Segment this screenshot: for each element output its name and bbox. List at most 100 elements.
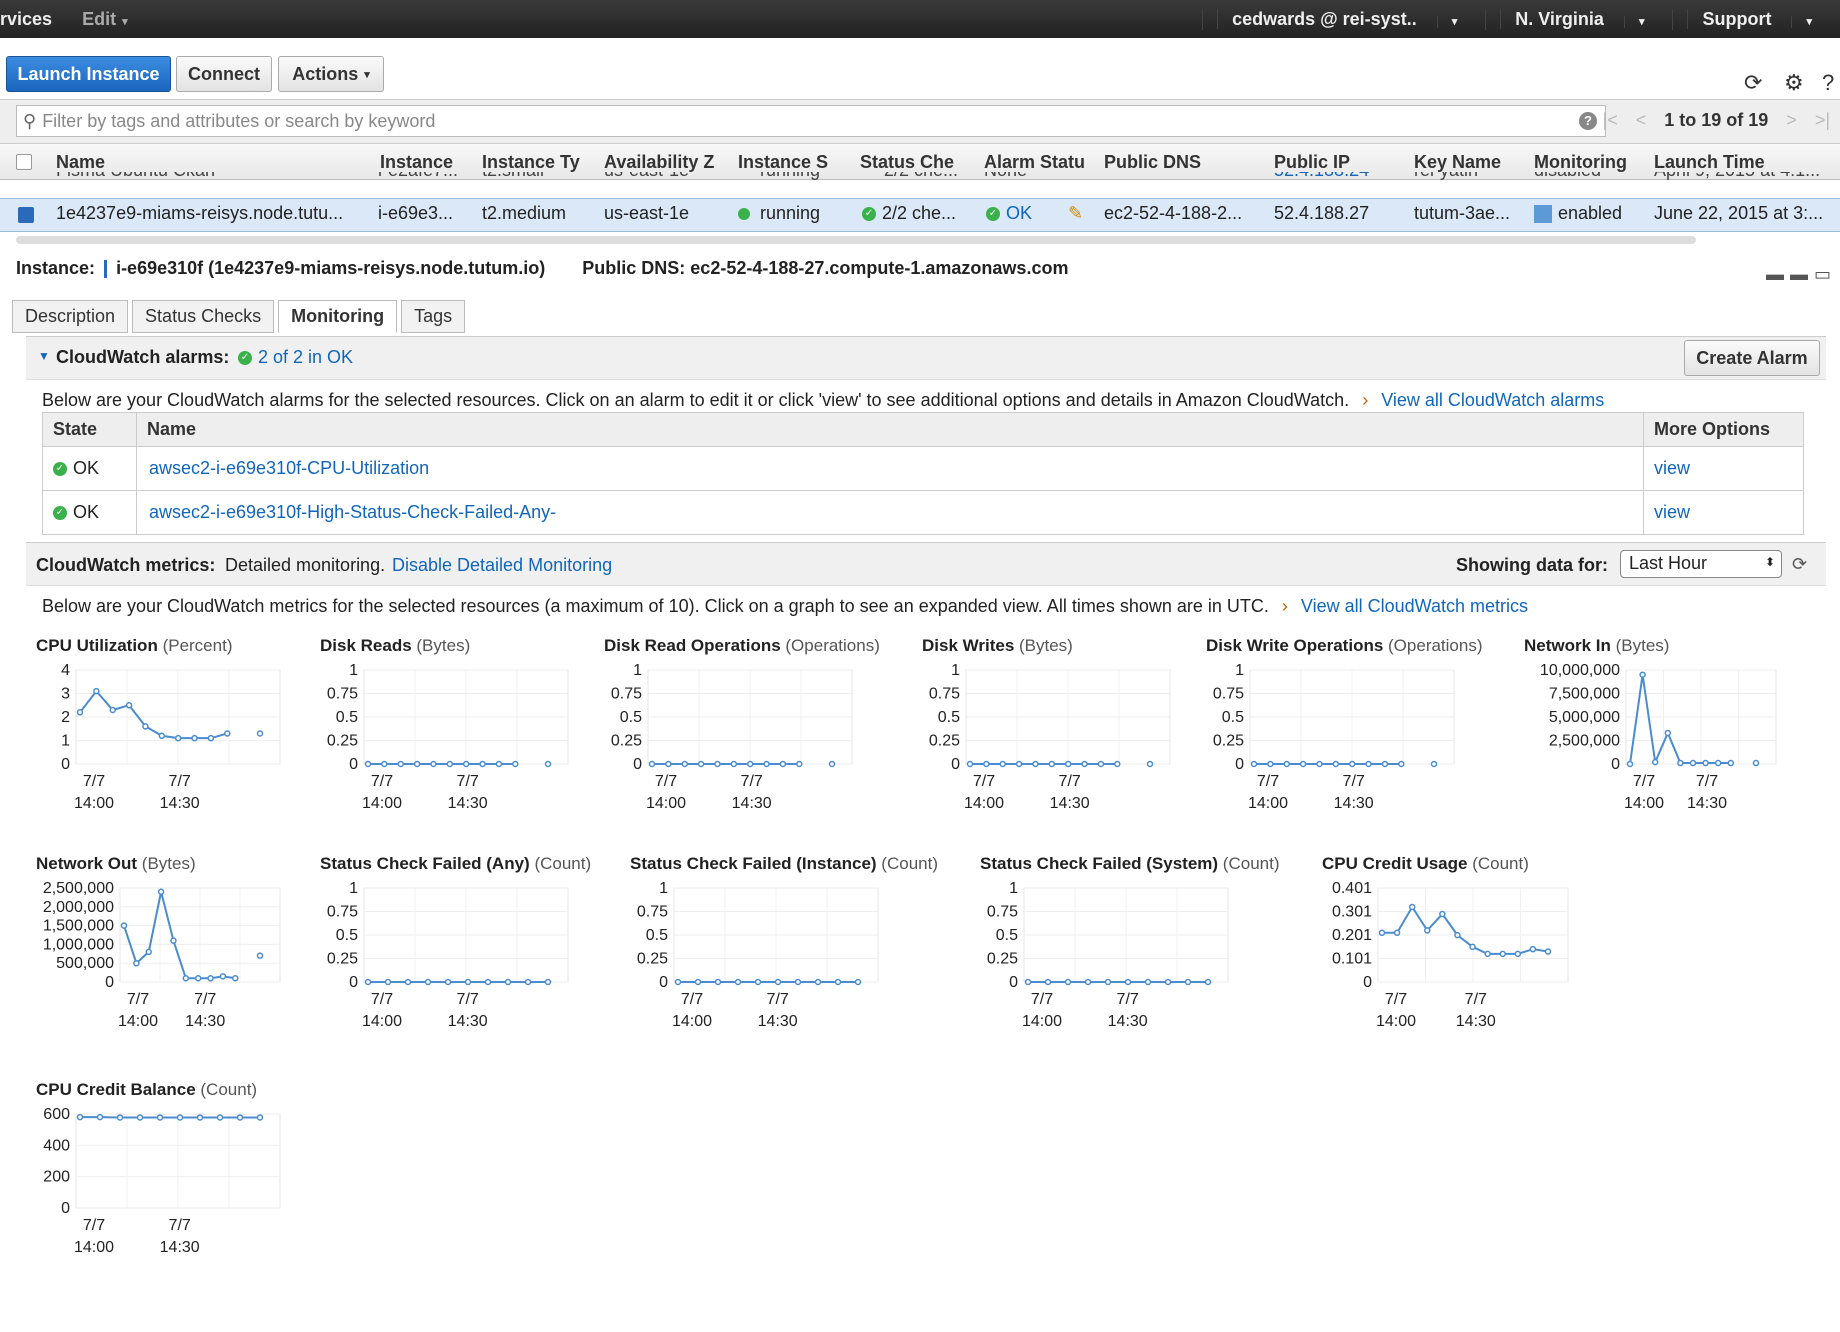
- table-row-selected[interactable]: 1e4237e9-miams-reisys.node.tutu... i-e69…: [0, 198, 1840, 232]
- col-monitoring[interactable]: Monitoring: [1534, 152, 1644, 173]
- y-tick-label: 600: [43, 1106, 70, 1123]
- cell-key: rei-yatin: [1414, 172, 1478, 181]
- col-instance[interactable]: Instance: [380, 152, 470, 173]
- tab-tags[interactable]: Tags: [401, 300, 466, 333]
- data-point: [1081, 760, 1088, 768]
- alarm-more: view: [1643, 490, 1804, 535]
- next-page-icon[interactable]: >: [1786, 110, 1797, 131]
- tab-status-checks[interactable]: Status Checks: [132, 300, 275, 333]
- chart-title: Network Out (Bytes): [36, 854, 196, 874]
- data-point: [120, 922, 128, 929]
- col-availability-zone[interactable]: Availability Z: [604, 152, 724, 173]
- check-icon: ✓: [53, 462, 67, 477]
- data-point: [125, 702, 133, 709]
- data-point: [1484, 950, 1491, 958]
- data-point: [1544, 948, 1552, 955]
- data-point: [194, 974, 202, 982]
- cell-state: running: [760, 172, 820, 181]
- y-tick-label: 2,500,000: [43, 880, 114, 897]
- data-point: [196, 1114, 204, 1121]
- y-tick-label: 0.25: [1213, 733, 1244, 750]
- y-tick-label: 0.75: [327, 904, 358, 921]
- view-all-metrics-link[interactable]: View all CloudWatch metrics: [1301, 596, 1528, 616]
- data-point: [544, 978, 552, 986]
- chart-svg: 4 3 2 1 0 7/7 14:00 7/7 14:30: [61, 662, 281, 812]
- user-menu[interactable]: cedwards @ rei-syst.. ▾: [1202, 8, 1485, 30]
- tab-monitoring[interactable]: Monitoring: [278, 300, 398, 333]
- gear-icon[interactable]: ⚙: [1784, 70, 1804, 96]
- create-alarm-button[interactable]: Create Alarm: [1684, 340, 1820, 376]
- data-point: [504, 978, 512, 986]
- data-point: [999, 760, 1006, 768]
- region-menu[interactable]: N. Virginia ▾: [1485, 8, 1672, 30]
- x-tick-label: 7/7: [83, 773, 105, 790]
- help-icon[interactable]: ?: [1579, 112, 1597, 130]
- support-label: Support: [1687, 8, 1786, 29]
- metrics-bar: CloudWatch metrics: Detailed monitoring.…: [26, 542, 1826, 586]
- pane-layout-icon[interactable]: ▭: [1814, 264, 1831, 285]
- view-link[interactable]: view: [1654, 458, 1690, 478]
- y-tick-label: 0.401: [1332, 880, 1372, 897]
- x-tick-label: 14:00: [964, 795, 1004, 812]
- view-link[interactable]: view: [1654, 502, 1690, 522]
- alarm-name-link[interactable]: awsec2-i-e69e310f-CPU-Utilization: [149, 458, 429, 478]
- refresh-icon[interactable]: ⟳: [1744, 70, 1762, 96]
- collapse-icon[interactable]: ▼: [38, 349, 50, 363]
- y-tick-label: 2,500,000: [1549, 733, 1620, 750]
- data-point: [444, 978, 452, 986]
- col-public-ip[interactable]: Public IP: [1274, 152, 1394, 173]
- col-public-dns[interactable]: Public DNS: [1104, 152, 1244, 173]
- col-launch-time[interactable]: Launch Time: [1654, 152, 1834, 173]
- y-tick-label: 10,000,000: [1540, 662, 1620, 679]
- col-status-checks[interactable]: Status Che: [860, 152, 960, 173]
- cell-az: us-east-1e: [604, 203, 690, 223]
- chart-unit: (Bytes): [137, 854, 196, 873]
- search-input[interactable]: ⚲ Filter by tags and attributes or searc…: [16, 105, 1606, 137]
- pane-layout-icon[interactable]: ▬: [1790, 264, 1808, 285]
- last-page-icon[interactable]: >|: [1815, 110, 1830, 131]
- col-alarm-status[interactable]: Alarm Statu: [984, 152, 1084, 173]
- support-menu[interactable]: Support ▾: [1672, 8, 1840, 30]
- col-instance-state[interactable]: Instance S: [738, 152, 848, 173]
- first-page-icon[interactable]: |<: [1603, 110, 1618, 131]
- pane-layout-icon[interactable]: ▬: [1766, 264, 1784, 285]
- y-tick-label: 0: [633, 756, 642, 773]
- x-tick-label: 14:00: [1376, 1013, 1416, 1030]
- edit-menu[interactable]: Edit ▾: [82, 9, 128, 30]
- y-tick-label: 0.101: [1332, 951, 1372, 968]
- filter-bar: ⚲ Filter by tags and attributes or searc…: [0, 100, 1840, 144]
- y-tick-label: 0.5: [996, 927, 1018, 944]
- help-icon[interactable]: ?: [1822, 70, 1834, 96]
- row-checkbox[interactable]: [18, 207, 34, 223]
- y-tick-label: 0.5: [336, 709, 358, 726]
- launch-instance-button[interactable]: Launch Instance: [6, 56, 171, 92]
- alarm-edit-icon[interactable]: ✎: [1068, 203, 1083, 224]
- chart-unit: (Bytes): [1610, 636, 1670, 655]
- chart-unit: (Count): [1218, 854, 1280, 873]
- tab-description[interactable]: Description: [12, 300, 129, 333]
- chart-svg: 1 0.75 0.5 0.25 0 7/7 14:00 7/7 14:30: [327, 880, 569, 1030]
- view-all-alarms-link[interactable]: View all CloudWatch alarms: [1381, 390, 1604, 410]
- col-name[interactable]: Name: [56, 152, 356, 173]
- y-tick-label: 0: [349, 756, 358, 773]
- x-tick-label: 14:00: [362, 1013, 402, 1030]
- horizontal-scrollbar[interactable]: [16, 236, 1696, 244]
- connect-button[interactable]: Connect: [176, 56, 272, 92]
- prev-page-icon[interactable]: <: [1636, 110, 1647, 131]
- x-tick-label: 14:00: [672, 1013, 712, 1030]
- alarm-name-link[interactable]: awsec2-i-e69e310f-High-Status-Check-Fail…: [149, 502, 556, 522]
- alarms-summary[interactable]: ✓ 2 of 2 in OK: [238, 347, 353, 368]
- data-point: [381, 760, 388, 768]
- x-tick-label: 14:30: [1334, 795, 1374, 812]
- table-row[interactable]: Fisma Ubuntu Ckan i-e2afe7... t2.small u…: [0, 172, 1840, 192]
- x-tick-label: 14:30: [448, 1013, 488, 1030]
- refresh-icon[interactable]: ⟳: [1792, 554, 1807, 575]
- services-menu[interactable]: rvices: [0, 9, 52, 30]
- period-select[interactable]: Last Hour ⬍: [1620, 550, 1782, 578]
- col-key-name[interactable]: Key Name: [1414, 152, 1524, 173]
- disable-detailed-monitoring-link[interactable]: Disable Detailed Monitoring: [392, 555, 612, 576]
- cell-alarm[interactable]: ✓ OK: [986, 203, 1032, 224]
- select-all-checkbox[interactable]: [16, 154, 32, 170]
- col-instance-type[interactable]: Instance Ty: [482, 152, 592, 173]
- actions-button[interactable]: Actions ▾: [278, 56, 384, 92]
